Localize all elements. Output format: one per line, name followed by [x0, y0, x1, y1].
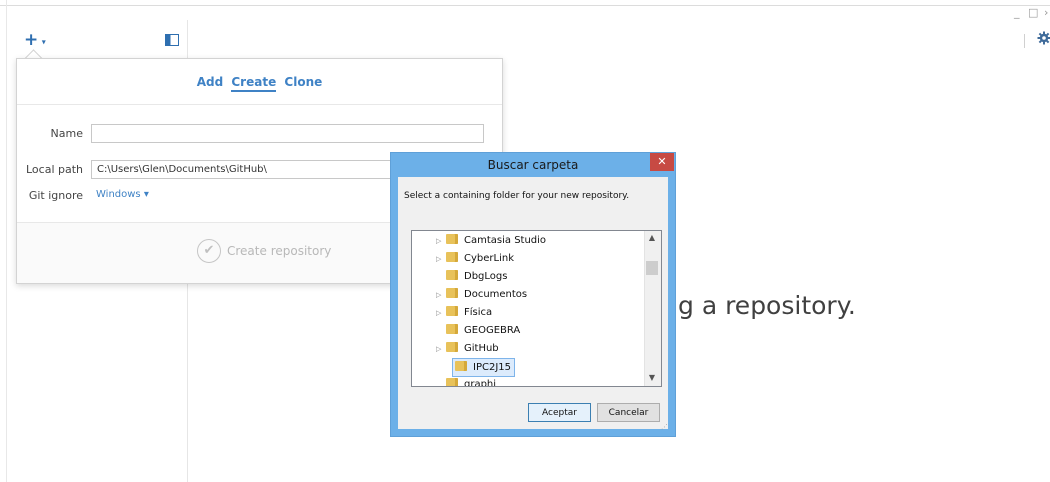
tree-item[interactable]: GEOGEBRA [436, 322, 520, 339]
window-top-border [0, 5, 1050, 6]
minimize-button[interactable]: _ [1014, 6, 1020, 19]
cancel-button[interactable]: Cancelar [597, 403, 660, 422]
scroll-down-icon[interactable]: ▼ [644, 372, 660, 384]
dialog-frame-bottom [391, 429, 675, 436]
tree-item[interactable]: graphi [446, 376, 497, 387]
expand-arrow-icon[interactable]: ▷ [436, 305, 446, 322]
git-ignore-dropdown[interactable]: Windows ▾ [96, 189, 149, 200]
folder-icon [455, 361, 467, 371]
more-button[interactable]: › [1044, 6, 1048, 19]
folder-icon [446, 378, 458, 386]
tree-item[interactable]: ▷ CyberLink [436, 250, 514, 267]
chevron-down-icon: ▾ [41, 37, 46, 47]
dialog-message: Select a containing folder for your new … [404, 191, 630, 201]
tree-item-label: DbgLogs [464, 271, 508, 282]
popover-tabs: Add Create Clone [17, 75, 502, 92]
folder-icon [446, 234, 458, 244]
tree-scrollbar[interactable] [644, 231, 661, 386]
sidebar-toggle-icon[interactable] [165, 34, 179, 46]
create-repository-button[interactable]: ✔ Create repository [197, 239, 331, 265]
folder-icon [446, 306, 458, 316]
tab-clone[interactable]: Clone [284, 75, 322, 89]
tree-item-label: GitHub [464, 343, 499, 354]
window-left-border [6, 0, 7, 482]
scroll-up-icon[interactable]: ▲ [644, 232, 660, 244]
dialog-frame-left [391, 177, 398, 436]
add-repository-button[interactable]: + ▾ [24, 32, 52, 50]
dialog-close-button[interactable]: ✕ [650, 153, 674, 171]
maximize-button[interactable]: □ [1028, 6, 1038, 19]
tab-add[interactable]: Add [197, 75, 223, 89]
popover-divider [17, 104, 502, 105]
local-path-input[interactable]: C:\Users\Glen\Documents\GitHub\ [91, 160, 391, 179]
tree-item-label: Camtasia Studio [464, 235, 547, 246]
dialog-frame-right [668, 177, 675, 436]
browse-folder-dialog: Buscar carpeta ✕ Select a containing fol… [390, 152, 676, 437]
tab-create[interactable]: Create [231, 75, 277, 92]
expand-arrow-icon[interactable]: ▷ [436, 341, 446, 358]
tree-item-label: graphi [464, 379, 497, 387]
check-circle-icon: ✔ [197, 239, 221, 263]
plus-icon: + [24, 30, 39, 50]
dialog-title: Buscar carpeta [487, 158, 579, 172]
tree-item[interactable]: DbgLogs [436, 268, 507, 285]
tree-item-label: IPC2J15 [473, 362, 511, 373]
tree-item[interactable]: ▷ Documentos [436, 286, 527, 303]
tree-item-label: Documentos [464, 289, 528, 300]
create-repository-label: Create repository [227, 244, 332, 258]
local-path-label: Local path [25, 163, 83, 176]
settings-gear-icon[interactable] [1037, 31, 1050, 45]
folder-icon [446, 324, 458, 334]
expand-arrow-icon[interactable]: ▷ [436, 287, 446, 304]
folder-icon [446, 342, 458, 352]
tree-item-label: Física [464, 307, 493, 318]
tree-item[interactable]: ▷ Camtasia Studio [436, 232, 546, 249]
name-input[interactable] [91, 124, 484, 143]
name-label: Name [50, 127, 83, 140]
folder-icon [446, 288, 458, 298]
toolbar-separator [1024, 34, 1025, 48]
tree-item-selected[interactable]: IPC2J15 [452, 358, 515, 377]
tree-item[interactable]: ▷ GitHub [436, 340, 499, 357]
tree-item-label: GEOGEBRA [464, 325, 521, 336]
accept-button[interactable]: Aceptar [528, 403, 591, 422]
git-ignore-label: Git ignore [28, 189, 83, 202]
scrollbar-thumb[interactable] [646, 261, 658, 275]
expand-arrow-icon[interactable]: ▷ [436, 233, 446, 250]
folder-icon [446, 252, 458, 262]
folder-tree[interactable]: ▷ Camtasia Studio ▷ CyberLink DbgLogs ▷ Doc… [411, 230, 662, 387]
tree-item[interactable]: ▷ Física [436, 304, 492, 321]
expand-arrow-icon[interactable]: ▷ [436, 251, 446, 268]
folder-icon [446, 270, 458, 280]
empty-state-text: g a repository. [678, 291, 856, 320]
resize-grip-icon[interactable]: ⋰ [661, 423, 668, 431]
tree-item-label: CyberLink [464, 253, 514, 264]
